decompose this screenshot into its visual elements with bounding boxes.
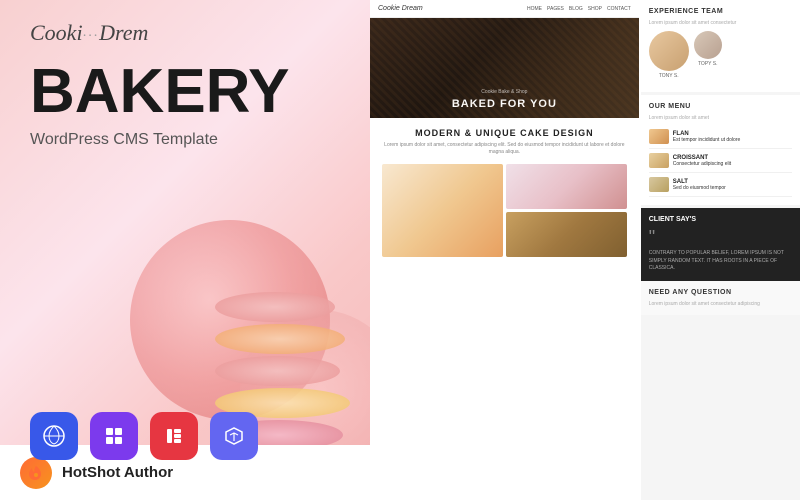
- macaron-1: [215, 292, 335, 322]
- menu-item-croissant: CROISSANT Consectetur adipiscing elit: [649, 149, 792, 173]
- menu-item-flan: FLAN Est tempor incididunt ut dolore: [649, 125, 792, 149]
- team-desc: Lorem ipsum dolor sit amet consectetur: [649, 20, 792, 26]
- team-name-2: TOPY S.: [694, 61, 722, 67]
- grid-image-macarons: [382, 164, 503, 257]
- nav-blog: BLOG: [569, 6, 583, 12]
- grid-image-cream: [506, 164, 627, 209]
- brand-logo: Cooki···Drem: [30, 20, 340, 46]
- nav-contact: CONTACT: [607, 6, 631, 12]
- team-avatar-main: [649, 31, 689, 71]
- client-section: CLIENT SAY'S " CONTRARY TO POPULAR BELIE…: [641, 208, 800, 281]
- tech-icons: [30, 412, 340, 460]
- website-hero: Cookie Bake & Shop BAKED FOR YOU: [370, 18, 639, 118]
- menu-item-croissant-text: CROISSANT Consectetur adipiscing elit: [673, 155, 731, 167]
- team-avatar-2: [694, 31, 722, 59]
- cake-image-grid: [382, 164, 627, 257]
- faq-desc: Lorem ipsum dolor sit amet consectetur a…: [649, 301, 792, 307]
- elementor-icon[interactable]: [150, 412, 198, 460]
- hero-heading: BAKED FOR YOU: [452, 98, 557, 110]
- author-name: HotShot Author: [62, 464, 173, 481]
- side-preview: EXPERIENCE TEAM Lorem ipsum dolor sit am…: [641, 0, 800, 500]
- cake-section-desc: Lorem ipsum dolor sit amet, consectetur …: [382, 142, 627, 156]
- menu-desc: Lorem ipsum dolor sit amet: [649, 115, 792, 121]
- website-preview: Cookie Dream HOME PAGES BLOG SHOP CONTAC…: [370, 0, 639, 500]
- menu-item-salt-text: SALT Sed do eiusmod tempor: [673, 179, 726, 191]
- nav-pages: PAGES: [547, 6, 564, 12]
- team-section-title: EXPERIENCE TEAM: [649, 8, 792, 15]
- subtitle: WordPress CMS Template: [30, 131, 340, 149]
- team-member-2: TOPY S.: [694, 31, 722, 79]
- quote-mark: ": [649, 228, 792, 246]
- faq-title: NEED ANY QUESTION: [649, 289, 792, 296]
- menu-item-flan-text: FLAN Est tempor incididunt ut dolore: [673, 131, 741, 143]
- nav-shop: SHOP: [588, 6, 602, 12]
- hotshot-logo-icon: [20, 457, 52, 489]
- cake-design-section: MODERN & UNIQUE CAKE DESIGN Lorem ipsum …: [370, 118, 639, 267]
- team-name-1: TONY S.: [649, 73, 689, 79]
- left-panel: Cooki···Drem BAKERY WordPress CMS Templa…: [0, 0, 370, 500]
- client-quote-text: CONTRARY TO POPULAR BELIEF, LOREM IPSUM …: [649, 250, 792, 273]
- team-member-1: TONY S.: [649, 31, 689, 79]
- grid-image-pastry: [506, 212, 627, 257]
- menu-img-flan: [649, 129, 669, 144]
- menu-img-croissant: [649, 153, 669, 168]
- macaron-2: [215, 324, 345, 354]
- menu-flan-desc: Est tempor incididunt ut dolore: [673, 137, 741, 143]
- menu-item-salt: SALT Sed do eiusmod tempor: [649, 173, 792, 197]
- logo-text: Cooki···Drem: [30, 20, 148, 45]
- website-nav: Cookie Dream HOME PAGES BLOG SHOP CONTAC…: [370, 0, 639, 18]
- website-nav-links: HOME PAGES BLOG SHOP CONTACT: [527, 6, 631, 12]
- menu-section-title: OUR MENU: [649, 103, 792, 110]
- hero-top-text: Cookie Bake & Shop: [481, 89, 527, 95]
- main-title: BAKERY: [30, 61, 340, 123]
- menu-salt-desc: Sed do eiusmod tempor: [673, 185, 726, 191]
- quix-icon[interactable]: [90, 412, 138, 460]
- cake-section-title: MODERN & UNIQUE CAKE DESIGN: [382, 128, 627, 138]
- team-members: TONY S. TOPY S.: [649, 31, 792, 79]
- client-section-title: CLIENT SAY'S: [649, 216, 792, 223]
- team-section: EXPERIENCE TEAM Lorem ipsum dolor sit am…: [641, 0, 800, 92]
- menu-croissant-desc: Consectetur adipiscing elit: [673, 161, 731, 167]
- menu-section: OUR MENU Lorem ipsum dolor sit amet FLAN…: [641, 95, 800, 205]
- faq-section: NEED ANY QUESTION Lorem ipsum dolor sit …: [641, 281, 800, 315]
- wordpress-icon[interactable]: [30, 412, 78, 460]
- menu-img-salt: [649, 177, 669, 192]
- nav-home: HOME: [527, 6, 542, 12]
- ultrafrontend-icon[interactable]: [210, 412, 258, 460]
- macaron-3: [215, 356, 340, 386]
- right-panel: Cookie Dream HOME PAGES BLOG SHOP CONTAC…: [370, 0, 800, 500]
- website-brand: Cookie Dream: [378, 5, 423, 12]
